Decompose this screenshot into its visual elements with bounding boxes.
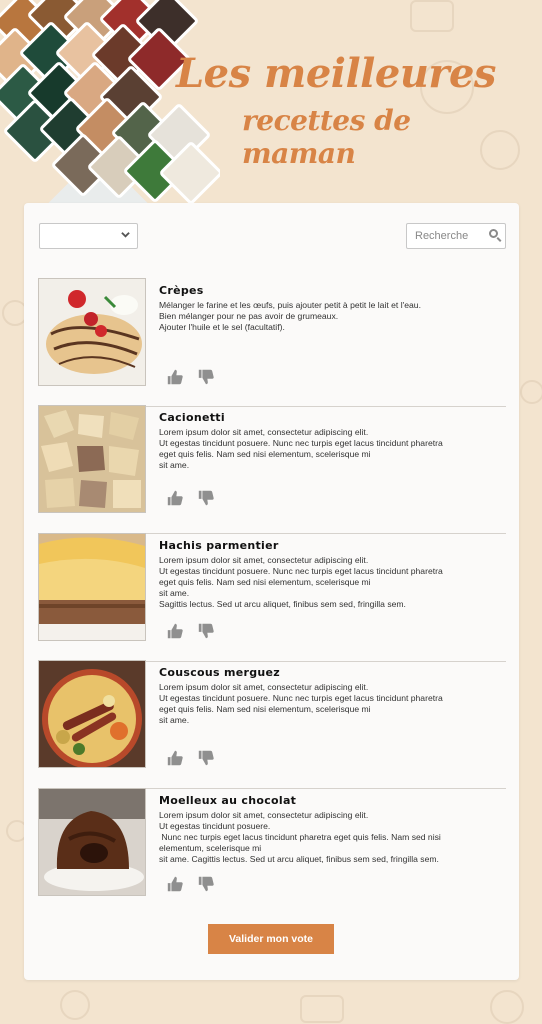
recipe-description: Lorem ipsum dolor sit amet, consectetur … <box>159 810 489 865</box>
recipe-image-hachis-parmentier <box>38 533 146 641</box>
recipe-name: Crèpes <box>159 284 204 297</box>
recipe-item-crepes: Crèpes Mélanger le farine et les œufs, p… <box>38 278 506 407</box>
thumbs-down-icon[interactable] <box>197 749 215 767</box>
search-icon[interactable] <box>489 229 498 238</box>
recipe-item-cacionetti: Cacionetti Lorem ipsum dolor sit amet, c… <box>38 405 506 534</box>
search-box <box>406 223 506 249</box>
recipe-name: Couscous merguez <box>159 666 281 679</box>
description-line: Ajouter l'huile et le sel (facultatif). <box>159 322 285 333</box>
thumbs-up-icon[interactable] <box>166 749 184 767</box>
recipe-description: Lorem ipsum dolor sit amet, consectetur … <box>159 682 489 726</box>
recipe-item-moelleux-au-chocolat: Moelleux au chocolat Lorem ipsum dolor s… <box>38 788 506 916</box>
title-line-2: recettes de maman <box>242 104 411 170</box>
description-line: eget quis felis. Nam sed nisi elementum,… <box>159 449 371 460</box>
search-input[interactable] <box>415 225 485 247</box>
description-line: Lorem ipsum dolor sit amet, consectetur … <box>159 810 369 820</box>
submit-vote-button[interactable]: Valider mon vote <box>208 924 334 954</box>
description-line: Ut egestas tincidunt posuere. Nunc nec t… <box>159 438 443 449</box>
title-line-1: Les meilleures <box>176 50 496 97</box>
thumbs-up-icon[interactable] <box>166 368 184 386</box>
description-line: sit ame. Cagittis lectus. Sed ut arcu al… <box>159 854 439 865</box>
thumbs-down-icon[interactable] <box>197 368 215 386</box>
recipe-name: Hachis parmentier <box>159 539 279 552</box>
recipe-image-moelleux-au-chocolat <box>38 788 146 896</box>
description-line: Lorem ipsum dolor sit amet, consectetur … <box>159 682 369 692</box>
thumbs-up-icon[interactable] <box>166 489 184 507</box>
description-line: Mélanger le farine et les œufs, puis ajo… <box>159 300 421 310</box>
description-line: Nunc nec turpis eget lacus tincidunt pha… <box>159 832 441 843</box>
description-line: sit ame. <box>159 460 190 471</box>
description-line: Lorem ipsum dolor sit amet, consectetur … <box>159 555 369 565</box>
thumbs-down-icon[interactable] <box>197 622 215 640</box>
description-line: Lorem ipsum dolor sit amet, consectetur … <box>159 427 369 437</box>
description-line: Sagittis lectus. Sed ut arcu aliquet, fi… <box>159 599 406 610</box>
recipe-image-crepes <box>38 278 146 386</box>
recipe-name: Moelleux au chocolat <box>159 794 297 807</box>
description-line: elementum, scelerisque mi <box>159 843 262 854</box>
description-line: eget quis felis. Nam sed nisi elementum,… <box>159 577 371 588</box>
description-line: Ut egestas tincidunt posuere. Nunc nec t… <box>159 693 443 704</box>
description-line: Bien mélanger pour ne pas avoir de grume… <box>159 311 339 322</box>
recipe-image-couscous-merguez <box>38 660 146 768</box>
recipe-description: Mélanger le farine et les œufs, puis ajo… <box>159 300 489 333</box>
description-line: sit ame. <box>159 715 190 726</box>
description-line: Ut egestas tincidunt posuere. Nunc nec t… <box>159 566 443 577</box>
recipes-card: Crèpes Mélanger le farine et les œufs, p… <box>24 203 519 980</box>
description-line: eget quis felis. Nam sed nisi elementum,… <box>159 704 371 715</box>
description-line: Ut egestas tincidunt posuere. <box>159 821 271 832</box>
recipe-item-hachis-parmentier: Hachis parmentier Lorem ipsum dolor sit … <box>38 533 506 662</box>
thumbs-down-icon[interactable] <box>197 489 215 507</box>
recipe-name: Cacionetti <box>159 411 225 424</box>
recipe-description: Lorem ipsum dolor sit amet, consectetur … <box>159 427 489 471</box>
thumbs-up-icon[interactable] <box>166 622 184 640</box>
category-select[interactable] <box>39 223 138 249</box>
description-line: sit ame. <box>159 588 190 599</box>
recipe-image-cacionetti <box>38 405 146 513</box>
thumbs-down-icon[interactable] <box>197 875 215 893</box>
chevron-down-icon <box>121 228 130 242</box>
thumbs-up-icon[interactable] <box>166 875 184 893</box>
recipe-item-couscous-merguez: Couscous merguez Lorem ipsum dolor sit a… <box>38 660 506 789</box>
recipe-description: Lorem ipsum dolor sit amet, consectetur … <box>159 555 489 610</box>
